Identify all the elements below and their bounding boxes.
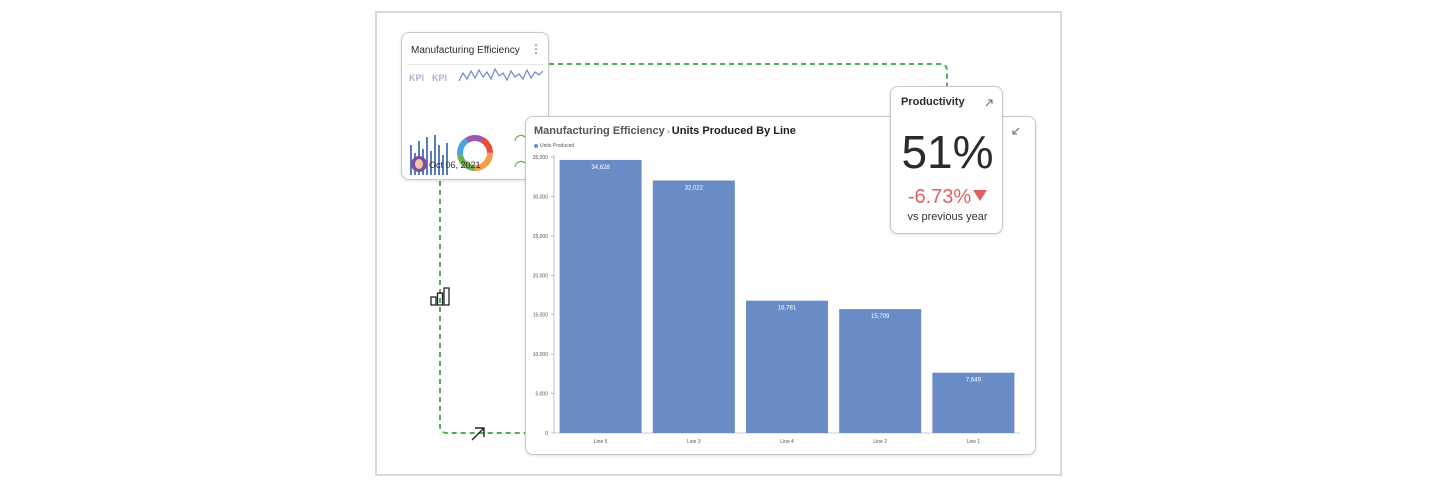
y-tick-label: 10,000 [533,352,549,358]
mini-card-title: Manufacturing Efficiency [411,45,520,56]
kpi-title: Productivity [901,96,965,108]
y-tick-label: 5,000 [535,392,548,398]
bar [559,159,642,434]
y-tick-label: 30,000 [533,194,549,200]
bar-value-label: 7,649 [966,378,982,384]
mini-card-date: Oct 06, 2021 [429,160,481,170]
mini-gauge-arc [514,134,526,142]
kpi-comparison-label: vs previous year [907,211,988,223]
x-tick-label: Line 3 [687,439,701,445]
y-tick-label: 20,000 [533,273,549,279]
bar-value-label: 34,628 [591,165,610,171]
x-tick-label: Line 4 [780,439,794,445]
more-options-icon[interactable]: ⋮ [530,42,542,56]
kpi-delta: -6.73% [907,186,972,208]
mini-gauge-arc-2 [514,160,526,168]
down-triangle-icon [973,190,988,201]
navigate-arrow-icon [471,427,485,441]
kpi-value: 51% [901,126,994,178]
user-avatar [411,156,427,172]
bar-value-label: 16,781 [778,306,797,312]
sparkline [458,67,543,82]
bar-chart-icon [430,287,450,306]
y-tick-label: 35,000 [533,155,549,161]
y-tick-label: 15,000 [533,313,549,319]
y-tick-label: 25,000 [533,234,549,240]
bar [745,300,829,433]
kpi-label-1: KPI [409,73,424,83]
x-tick-label: Line 1 [967,439,981,445]
x-tick-label: Line 5 [594,439,608,445]
kpi-delta-row: -6.73% [891,186,1004,208]
bar-value-label: 15,709 [871,314,890,320]
y-tick-label: 0 [545,431,548,437]
kpi-label-2: KPI [432,73,447,83]
expand-arrow-icon[interactable] [983,97,995,109]
bar [652,180,735,433]
bar [839,309,922,433]
bar-value-label: 32,022 [685,185,704,191]
x-tick-label: Line 2 [873,439,887,445]
productivity-kpi-card[interactable]: Productivity 51% -6.73% vs previous year [890,86,1003,234]
